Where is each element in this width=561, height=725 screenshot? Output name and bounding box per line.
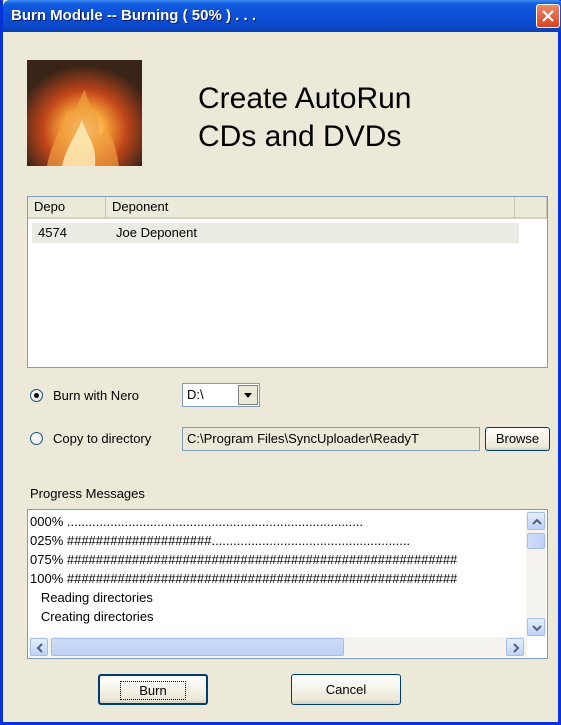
burn-button[interactable]: Burn bbox=[98, 674, 208, 705]
dropdown-arrow-button[interactable] bbox=[238, 385, 258, 405]
directory-value: C:\Program Files\SyncUploader\ReadyT bbox=[187, 431, 419, 446]
drive-select[interactable]: D:\ bbox=[182, 383, 260, 407]
column-header-deponent[interactable]: Deponent bbox=[106, 197, 515, 219]
progress-messages-box[interactable]: 000% ...................................… bbox=[27, 509, 548, 659]
copy-to-directory-label[interactable]: Copy to directory bbox=[53, 431, 151, 446]
progress-line: 000% ...................................… bbox=[30, 514, 364, 529]
chevron-down-icon bbox=[244, 393, 252, 398]
chevron-up-icon bbox=[532, 518, 542, 525]
progress-line: 075% ###################################… bbox=[30, 552, 458, 567]
title-bar[interactable]: Burn Module -- Burning ( 50% ) . . . bbox=[3, 0, 561, 32]
burn-with-nero-label[interactable]: Burn with Nero bbox=[53, 388, 139, 403]
column-header-blank bbox=[515, 197, 547, 219]
burn-module-window: Burn Module -- Burning ( 50% ) . . . Cre… bbox=[0, 0, 561, 725]
chevron-right-icon bbox=[513, 643, 520, 653]
scroll-left-button[interactable] bbox=[30, 638, 48, 656]
progress-line: 100% ###################################… bbox=[30, 571, 458, 586]
burn-with-nero-radio[interactable] bbox=[30, 389, 43, 402]
chevron-down-icon bbox=[532, 625, 542, 632]
burn-button-label: Burn bbox=[120, 681, 186, 700]
progress-line: Reading directories bbox=[30, 590, 153, 605]
header-title-line1: Create AutoRun bbox=[198, 82, 412, 115]
horizontal-scroll-thumb[interactable] bbox=[51, 638, 344, 656]
scroll-right-button[interactable] bbox=[506, 638, 524, 656]
list-row[interactable]: 4574 Joe Deponent bbox=[32, 223, 519, 243]
vertical-scroll-thumb[interactable] bbox=[527, 533, 545, 549]
copy-to-directory-radio[interactable] bbox=[30, 432, 43, 445]
directory-field[interactable]: C:\Program Files\SyncUploader\ReadyT bbox=[182, 427, 480, 451]
fire-image bbox=[27, 60, 142, 166]
header-title: Create AutoRun CDs and DVDs bbox=[198, 80, 411, 156]
scroll-down-button[interactable] bbox=[527, 618, 545, 636]
vertical-scrollbar[interactable] bbox=[526, 511, 546, 637]
column-header-depo[interactable]: Depo bbox=[28, 197, 106, 219]
progress-line: 025% ####################...............… bbox=[30, 533, 411, 548]
header-title-line2: CDs and DVDs bbox=[198, 120, 402, 153]
browse-button[interactable]: Browse bbox=[485, 427, 550, 451]
horizontal-scrollbar[interactable] bbox=[29, 637, 527, 657]
close-icon bbox=[542, 10, 554, 22]
deponent-list[interactable]: Depo Deponent 4574 Joe Deponent bbox=[27, 196, 548, 368]
drive-value: D:\ bbox=[187, 387, 204, 402]
cancel-button[interactable]: Cancel bbox=[291, 674, 401, 705]
progress-line: Creating directories bbox=[30, 609, 154, 624]
cell-depo: 4574 bbox=[38, 225, 67, 240]
progress-messages-label: Progress Messages bbox=[30, 486, 145, 501]
chevron-left-icon bbox=[36, 643, 43, 653]
scroll-up-button[interactable] bbox=[527, 512, 545, 530]
cell-deponent: Joe Deponent bbox=[116, 225, 197, 240]
window-title: Burn Module -- Burning ( 50% ) . . . bbox=[11, 7, 256, 24]
close-button[interactable] bbox=[536, 4, 560, 28]
